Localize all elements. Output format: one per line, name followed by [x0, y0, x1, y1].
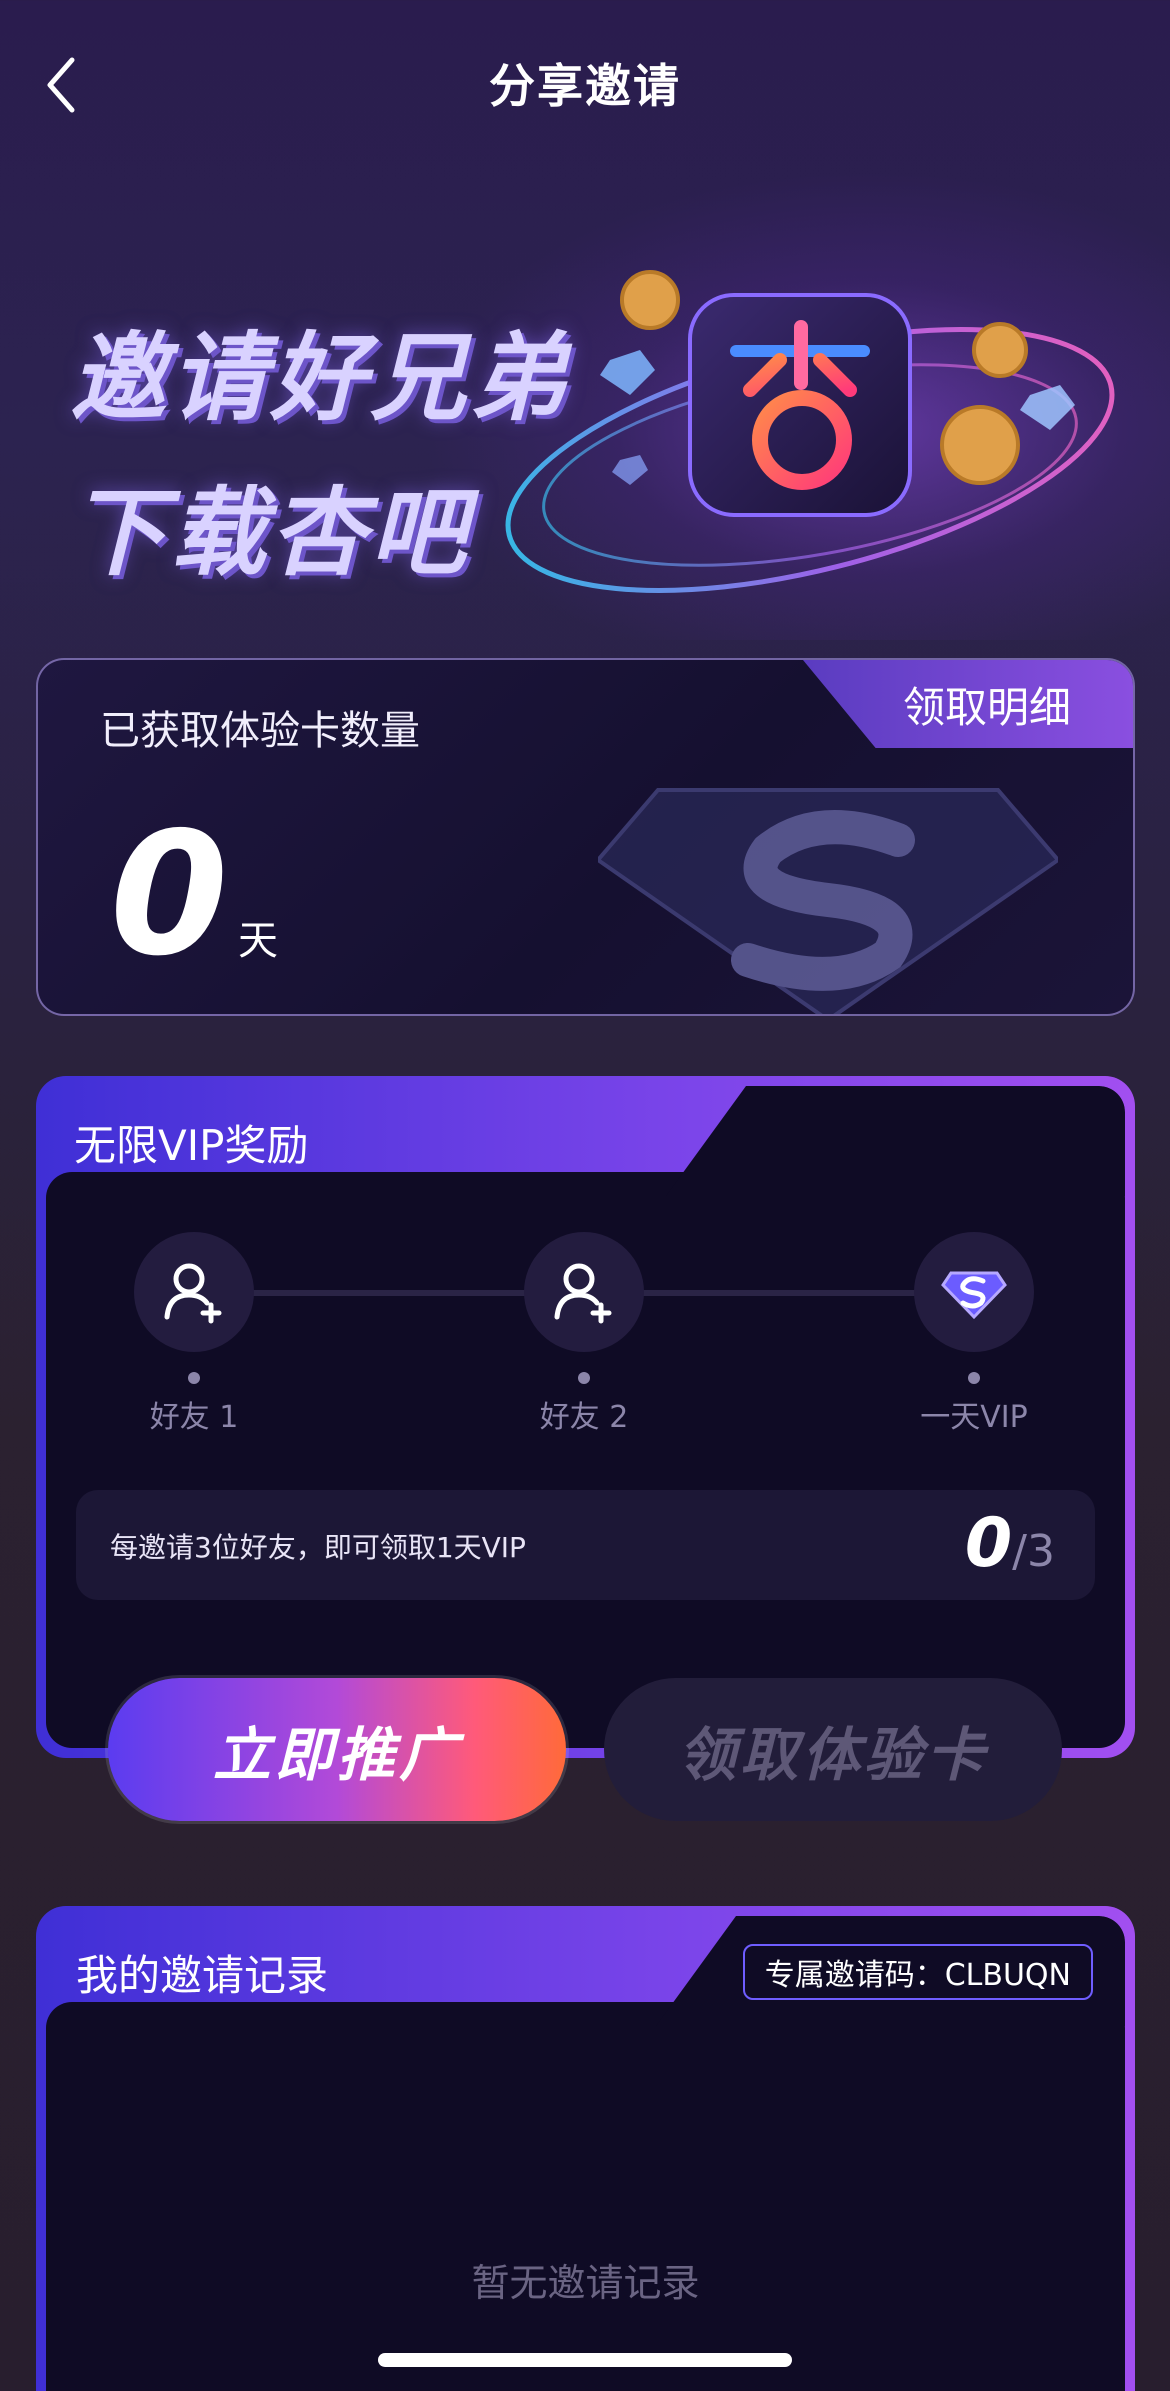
add-user-icon — [524, 1232, 644, 1352]
invite-records-title: 我的邀请记录 — [76, 1951, 329, 2000]
home-indicator — [378, 2353, 792, 2367]
vip-progress-panel: 每邀请3位好友，即可领取1天VIP 0/3 — [76, 1490, 1095, 1600]
hero-banner: 邀请好兄弟 下载杏吧 — [0, 170, 1170, 640]
app-logo-illustration — [505, 270, 1115, 593]
step-friend-2: 好友 2 — [484, 1232, 684, 1436]
vip-reward-card-header: 无限VIP奖励 — [46, 1086, 1125, 1196]
add-user-icon — [134, 1232, 254, 1352]
step-dot — [968, 1372, 980, 1384]
step-friend-1: 好友 1 — [94, 1232, 294, 1436]
diamond-s-icon — [914, 1232, 1034, 1352]
trial-card-count-card: 已获取体验卡数量 领取明细 0 天 — [36, 658, 1135, 1016]
invite-records-card-body — [46, 2002, 1125, 2391]
promote-now-button[interactable]: 立即推广 — [108, 1678, 566, 1821]
claim-detail-label[interactable]: 领取明细 — [903, 674, 1071, 735]
vip-progress-total: /3 — [1012, 1526, 1055, 1577]
empty-records-text: 暂无邀请记录 — [471, 2261, 700, 2305]
trial-card-count-label: 已获取体验卡数量 — [100, 708, 420, 754]
invite-code-badge[interactable]: 专属邀请码：CLBUQN — [742, 1944, 1093, 2000]
diamond-s-icon — [598, 788, 1058, 1014]
top-bar: 分享邀请 — [0, 0, 1170, 170]
vip-rule-text: 每邀请3位好友，即可领取1天VIP — [110, 1531, 526, 1564]
step-label: 好友 2 — [539, 1400, 629, 1435]
trial-card-count-unit: 天 — [238, 918, 278, 964]
vip-progress-current: 0 — [964, 1504, 1013, 1583]
trial-card-count-value: 0 — [110, 796, 229, 994]
step-label: 一天VIP — [920, 1400, 1028, 1435]
step-label: 好友 1 — [149, 1400, 239, 1435]
hero-title-line2: 下载杏吧 — [70, 477, 470, 589]
page-title: 分享邀请 — [489, 59, 681, 113]
invite-records-card: 我的邀请记录 专属邀请码：CLBUQN 暂无邀请记录 — [36, 1906, 1135, 2391]
vip-reward-card-header-cutout — [666, 1086, 1125, 1196]
step-vip-day: 一天VIP — [874, 1232, 1074, 1436]
vip-progress-counter: 0/3 — [965, 1504, 1055, 1583]
step-dot — [578, 1372, 590, 1384]
vip-reward-card: 无限VIP奖励 好友 1 好友 2 一天VIP 每邀请3位好友，即可领取1天VI… — [36, 1076, 1135, 1758]
claim-trial-card-button[interactable]: 领取体验卡 — [604, 1678, 1062, 1821]
step-dot — [188, 1372, 200, 1384]
vip-reward-card-title: 无限VIP奖励 — [74, 1121, 309, 1170]
